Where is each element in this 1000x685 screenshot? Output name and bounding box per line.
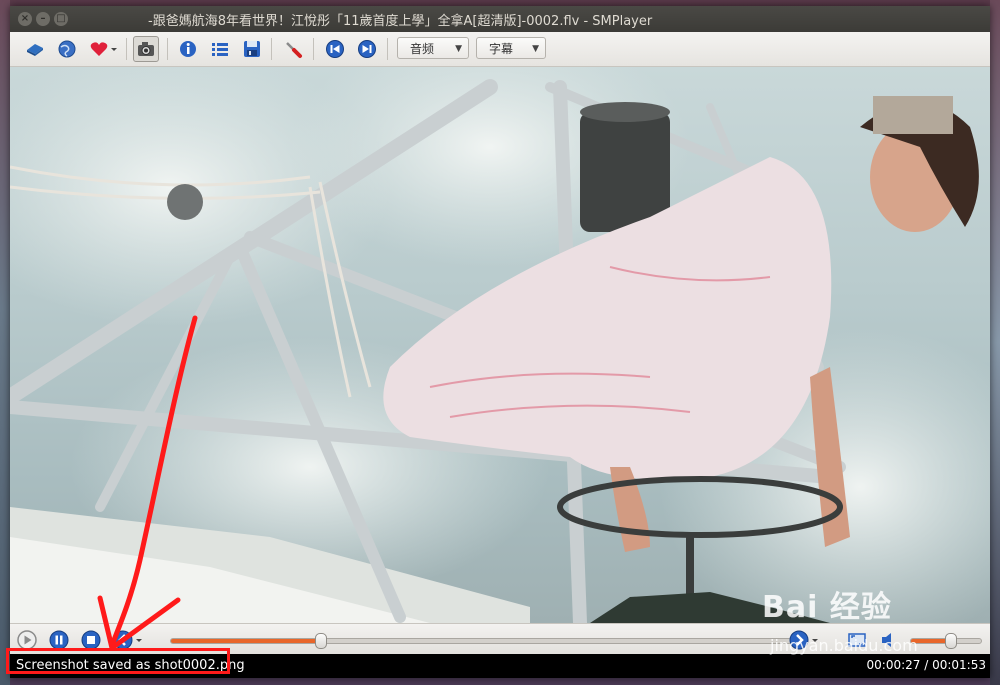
volume-slider[interactable]: [910, 633, 982, 649]
window-close-button[interactable]: ×: [18, 12, 32, 26]
baidu-watermark: Bai 经验 jingyan.baidu.com: [762, 582, 918, 655]
seek-bar[interactable]: [170, 633, 792, 649]
toolbar-separator: [126, 38, 127, 60]
playlist-button[interactable]: [207, 36, 233, 62]
toolbar-separator: [313, 38, 314, 60]
desktop-edge-right: [990, 0, 1000, 685]
next-button[interactable]: [354, 36, 380, 62]
info-button[interactable]: [175, 36, 201, 62]
open-file-icon: [27, 44, 43, 56]
preferences-button[interactable]: [280, 36, 306, 62]
favorites-button[interactable]: [86, 36, 120, 62]
audio-track-label: 音频: [410, 42, 435, 56]
volume-handle[interactable]: [944, 633, 957, 649]
title-bar[interactable]: × – □ -跟爸媽航海8年看世界！江悅彤「11歲首度上學」全拿A[超清版]-0…: [10, 6, 990, 32]
open-url-button[interactable]: [54, 36, 80, 62]
audio-track-dropdown[interactable]: 音频 ▼: [397, 37, 469, 59]
subtitle-label: 字幕: [489, 42, 514, 56]
list-icon: [212, 43, 228, 56]
info-icon: [180, 41, 196, 57]
chevron-down-icon: ▼: [532, 44, 539, 54]
previous-button[interactable]: [322, 36, 348, 62]
camera-icon: [138, 42, 154, 56]
mosaic-patch: [873, 96, 953, 134]
smplayer-window: × – □ -跟爸媽航海8年看世界！江悅彤「11歲首度上學」全拿A[超清版]-0…: [10, 6, 990, 678]
window-maximize-button[interactable]: □: [54, 12, 68, 26]
screenshot-button[interactable]: [133, 36, 159, 62]
chevron-down-icon: ▼: [455, 44, 462, 54]
desktop-edge-left: [0, 0, 10, 685]
screwdriver-icon: [286, 42, 302, 58]
skip-forward-icon: [358, 40, 376, 58]
time-display: 00:00:27 / 00:01:53: [866, 658, 986, 672]
seek-handle[interactable]: [314, 633, 327, 649]
toolbar-separator: [387, 38, 388, 60]
open-file-button[interactable]: [22, 36, 48, 62]
toolbar-separator: [271, 38, 272, 60]
save-button[interactable]: [239, 36, 265, 62]
toolbar-separator: [167, 38, 168, 60]
disk-icon: [244, 41, 260, 57]
watermark-brand: Bai 经验: [762, 590, 892, 625]
skip-back-icon: [326, 40, 344, 58]
window-minimize-button[interactable]: –: [36, 12, 50, 26]
globe-icon: [58, 40, 76, 58]
heart-icon: [90, 42, 117, 56]
video-area[interactable]: [10, 67, 990, 623]
subtitle-dropdown[interactable]: 字幕 ▼: [476, 37, 546, 59]
window-title: -跟爸媽航海8年看世界！江悅彤「11歲首度上學」全拿A[超清版]-0002.fl…: [148, 14, 653, 29]
annotation-highlight-box: [6, 648, 230, 674]
main-toolbar: 音频 ▼ 字幕 ▼: [10, 32, 990, 67]
video-frame: [10, 67, 990, 623]
seek-progress: [171, 639, 320, 643]
watermark-url: jingyan.baidu.com: [770, 636, 918, 655]
